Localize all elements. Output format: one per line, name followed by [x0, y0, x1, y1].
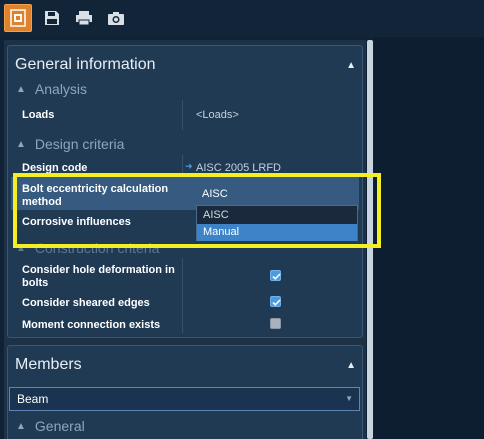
- print-button[interactable]: [70, 4, 98, 32]
- connection-icon: [10, 9, 26, 27]
- group-label: General: [34, 418, 85, 434]
- chevron-up-icon: ▲: [16, 138, 26, 150]
- loads-value[interactable]: <Loads>: [196, 109, 239, 121]
- group-general[interactable]: ▲ General: [16, 418, 85, 434]
- moment-connection-label: Moment connection exists: [22, 319, 161, 331]
- moment-connection-checkbox[interactable]: [270, 318, 281, 329]
- loads-label: Loads: [22, 109, 55, 121]
- highlight-callout: [13, 173, 381, 248]
- group-label: Analysis: [34, 81, 88, 97]
- checkmark-icon: [272, 299, 281, 306]
- viewport-area: [374, 37, 484, 439]
- section-title: Members: [15, 356, 82, 373]
- collapse-caret-icon[interactable]: ▲: [346, 360, 356, 371]
- chevron-down-icon: ▼: [345, 394, 353, 403]
- hole-deformation-checkbox[interactable]: [270, 270, 281, 281]
- print-icon: [75, 10, 93, 26]
- toolbar: [0, 0, 484, 37]
- column-divider: [182, 258, 183, 333]
- sheared-edges-label: Consider sheared edges: [22, 297, 150, 309]
- section-title: General information: [15, 56, 156, 73]
- collapse-caret-icon[interactable]: ▲: [346, 60, 356, 71]
- sheared-edges-checkbox[interactable]: [270, 296, 281, 307]
- group-analysis[interactable]: ▲ Analysis: [16, 81, 87, 97]
- chevron-up-icon: ▲: [16, 83, 26, 95]
- group-label: Design criteria: [34, 136, 125, 152]
- save-icon: [44, 10, 60, 26]
- arrow-right-icon: ➜: [185, 161, 193, 171]
- chevron-up-icon: ▲: [16, 420, 26, 432]
- camera-icon: [107, 11, 125, 26]
- group-design-criteria[interactable]: ▲ Design criteria: [16, 136, 124, 152]
- camera-button[interactable]: [102, 4, 130, 32]
- checkmark-icon: [272, 273, 281, 280]
- member-select[interactable]: Beam ▼: [9, 387, 360, 411]
- member-select-value: Beam: [17, 392, 49, 406]
- hole-deformation-label: Consider hole deformation in bolts: [22, 264, 175, 289]
- connection-tool-button[interactable]: [4, 4, 32, 32]
- save-button[interactable]: [38, 4, 66, 32]
- column-divider: [182, 100, 183, 130]
